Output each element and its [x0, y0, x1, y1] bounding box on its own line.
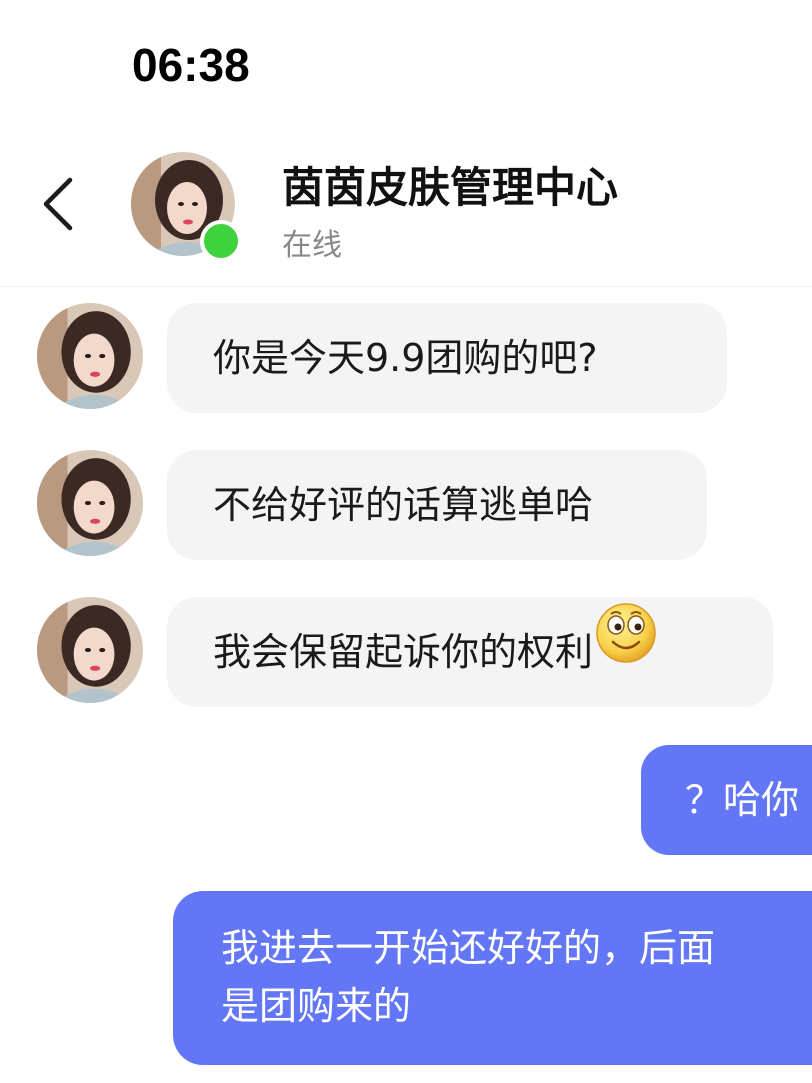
outgoing-message-bubble[interactable]: 我进去一开始还好好的，后面 是团购来的	[173, 891, 812, 1065]
sender-avatar[interactable]	[37, 597, 143, 703]
smiling-face-emoji-icon	[595, 596, 657, 706]
message-line: 我进去一开始还好好的，后面	[221, 926, 716, 970]
incoming-message-bubble[interactable]: 不给好评的话算逃单哈	[167, 450, 707, 560]
chat-header: 茵茵皮肤管理中心 在线	[0, 130, 812, 287]
chat-screen: 06:38 茵茵皮肤管理中心 在线 你是今天9.9团购的吧? 不给好评的话算逃单…	[0, 0, 812, 1083]
outgoing-message-bubble[interactable]: ？哈你	[641, 745, 812, 855]
contact-online-status: 在线	[282, 228, 342, 263]
message-line: 是团购来的	[221, 984, 412, 1028]
incoming-message-bubble[interactable]: 我会保留起诉你的权利	[167, 597, 773, 707]
sender-avatar[interactable]	[37, 450, 143, 556]
status-time: 06:38	[132, 39, 250, 91]
sender-avatar[interactable]	[37, 303, 143, 409]
contact-name[interactable]: 茵茵皮肤管理中心	[282, 154, 618, 215]
back-button[interactable]	[34, 174, 84, 234]
message-text: 我会保留起诉你的权利	[213, 630, 594, 674]
incoming-message-bubble[interactable]: 你是今天9.9团购的吧?	[167, 303, 727, 413]
chevron-left-icon	[43, 177, 73, 231]
status-bar: 06:38	[0, 0, 812, 110]
online-status-dot	[200, 220, 242, 262]
